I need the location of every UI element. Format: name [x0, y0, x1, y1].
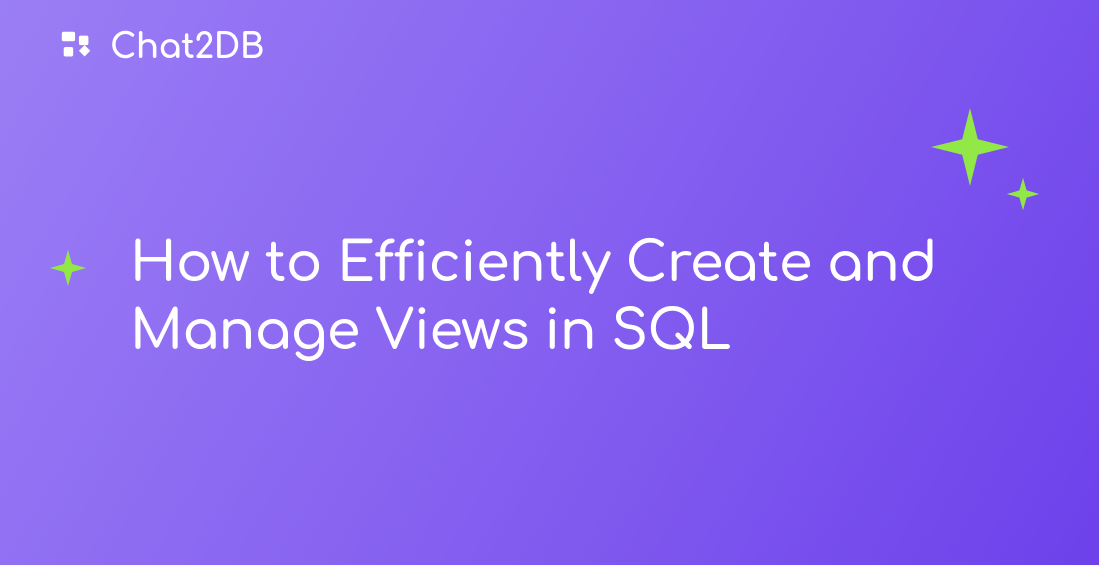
logo-icon	[58, 28, 96, 66]
page-title: How to Efficiently Create and Manage Vie…	[130, 230, 960, 365]
page-title-container: How to Efficiently Create and Manage Vie…	[130, 230, 960, 365]
brand-name: Chat2DB	[110, 28, 264, 66]
sparkle-icon	[931, 108, 1009, 186]
brand-logo: Chat2DB	[58, 28, 264, 66]
sparkle-icon	[48, 248, 88, 288]
sparkle-icon	[1005, 176, 1041, 212]
